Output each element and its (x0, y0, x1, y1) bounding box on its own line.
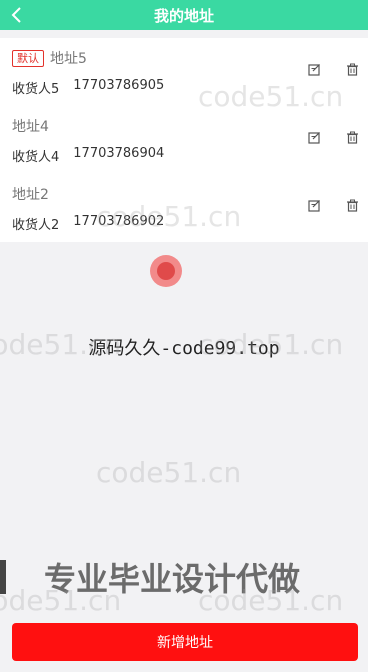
top-nav-bar: 我的地址 (0, 0, 368, 30)
address-title: 地址2 (12, 187, 49, 203)
recipient-name: 收货人4 (12, 150, 60, 165)
recipient-phone: 17703786905 (73, 78, 165, 93)
address-actions (306, 61, 360, 77)
address-contact-row: 收货人2 17703786902 (12, 214, 164, 233)
delete-button[interactable] (344, 197, 360, 213)
edit-icon (307, 63, 320, 76)
address-actions (306, 197, 360, 213)
record-indicator-core (157, 262, 175, 280)
address-item[interactable]: 地址4 收货人4 17703786904 (0, 106, 368, 172)
chevron-left-icon (11, 7, 21, 23)
overlay-banner: 专业毕业设计代做 (0, 550, 368, 602)
recipient-name: 收货人5 (12, 82, 60, 97)
page-title: 我的地址 (153, 6, 214, 25)
recipient-phone: 17703786904 (73, 146, 165, 161)
overlay-caption: 源码久久-code99.top (88, 338, 280, 359)
edit-icon (307, 199, 320, 212)
address-contact-row: 收货人4 17703786904 (12, 146, 164, 165)
address-title-row: 地址4 (12, 116, 49, 136)
banner-text: 专业毕业设计代做 (44, 560, 301, 598)
delete-button[interactable] (344, 61, 360, 77)
edit-button[interactable] (306, 61, 322, 77)
address-item[interactable]: 默认 地址5 收货人5 17703786905 (0, 38, 368, 104)
edit-button[interactable] (306, 129, 322, 145)
address-list: 默认 地址5 收货人5 17703786905 地址4 收货人4 1770378… (0, 38, 368, 242)
address-title: 地址5 (50, 51, 87, 67)
banner-accent-bar (0, 560, 6, 594)
edit-button[interactable] (306, 197, 322, 213)
address-item[interactable]: 地址2 收货人2 17703786902 (0, 174, 368, 240)
default-badge: 默认 (12, 49, 44, 67)
address-contact-row: 收货人5 17703786905 (12, 78, 164, 97)
recipient-name: 收货人2 (12, 218, 60, 233)
delete-button[interactable] (344, 129, 360, 145)
trash-icon (346, 63, 358, 76)
address-title-row: 地址2 (12, 184, 49, 204)
back-button[interactable] (6, 4, 26, 26)
address-title-row: 默认 地址5 (12, 48, 87, 68)
recipient-phone: 17703786902 (73, 214, 165, 229)
trash-icon (346, 199, 358, 212)
add-address-button[interactable]: 新增地址 (12, 623, 358, 661)
address-actions (306, 129, 360, 145)
address-title: 地址4 (12, 119, 49, 135)
edit-icon (307, 131, 320, 144)
trash-icon (346, 131, 358, 144)
record-indicator (150, 255, 182, 287)
watermark: code51.cn (96, 456, 242, 489)
